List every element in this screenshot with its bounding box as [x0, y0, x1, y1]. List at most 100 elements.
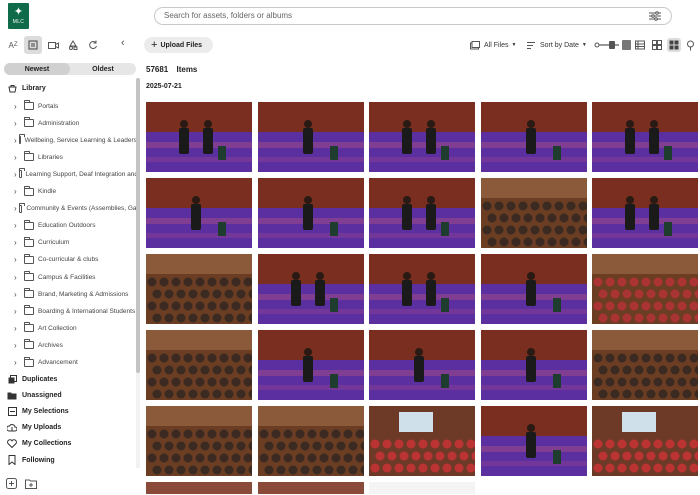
tree-folder[interactable]: › Curriculum — [0, 235, 138, 251]
asset-thumbnail[interactable] — [592, 102, 698, 172]
tree-root-item[interactable]: My Selections — [0, 403, 138, 419]
asset-thumbnail[interactable] — [369, 102, 475, 172]
chevron-right-icon[interactable]: › — [14, 238, 22, 247]
sidebar-scrollbar[interactable] — [136, 78, 140, 468]
asset-thumbnail[interactable] — [146, 406, 252, 476]
asset-thumbnail[interactable] — [257, 482, 364, 494]
date-group-header: 2025-07-21 — [146, 83, 182, 90]
chevron-right-icon[interactable]: › — [14, 290, 22, 299]
asset-thumbnail[interactable] — [146, 102, 252, 172]
shapes-icon[interactable] — [64, 36, 82, 54]
asset-thumbnail[interactable] — [257, 102, 364, 172]
tree-folder[interactable]: › Archives — [0, 337, 138, 353]
tree-folder-label: Portals — [38, 102, 59, 110]
list-view-icon[interactable] — [635, 38, 645, 52]
tab-newest[interactable]: Newest — [4, 63, 70, 75]
chevron-right-icon[interactable]: › — [14, 204, 17, 213]
chevron-right-icon[interactable]: › — [14, 102, 22, 111]
asset-thumbnail[interactable] — [257, 406, 364, 476]
chevron-right-icon[interactable]: › — [14, 324, 22, 333]
thumbnail-size-slider[interactable] — [594, 38, 632, 52]
asset-thumbnail[interactable] — [369, 330, 475, 400]
tree-folder[interactable]: › Art Collection — [0, 320, 138, 336]
tree-root-label: Duplicates — [22, 375, 58, 383]
brand-logo[interactable]: ✦ MLC — [8, 3, 29, 29]
video-icon[interactable] — [44, 36, 62, 54]
folder-icon — [24, 305, 34, 316]
filter-sliders-icon[interactable] — [649, 11, 661, 21]
tree-root-item[interactable]: Unassigned — [0, 387, 138, 403]
file-filter-dropdown[interactable]: All Files ▼ — [470, 38, 516, 52]
masonry-view-icon[interactable] — [667, 38, 681, 52]
tree-root-item[interactable]: My Uploads — [0, 420, 138, 436]
size-slider-track[interactable] — [594, 39, 632, 51]
asset-thumbnail[interactable] — [369, 178, 475, 248]
asset-thumbnail[interactable] — [369, 254, 475, 324]
asset-thumbnail[interactable] — [592, 254, 698, 324]
asset-thumbnail[interactable] — [480, 254, 587, 324]
grid-view-icon[interactable] — [652, 38, 662, 52]
folder-view-icon[interactable] — [24, 36, 42, 54]
tree-folder[interactable]: › Kindle — [0, 184, 138, 200]
tab-oldest[interactable]: Oldest — [70, 63, 136, 75]
tree-folder-label: Art Collection — [38, 324, 77, 332]
tree-library[interactable]: Library — [0, 80, 138, 96]
add-asset-icon[interactable] — [6, 478, 17, 489]
asset-thumbnail[interactable] — [146, 330, 252, 400]
location-pin-icon[interactable] — [686, 38, 695, 52]
chevron-right-icon[interactable]: › — [14, 187, 22, 196]
add-folder-icon[interactable] — [25, 478, 37, 489]
file-filter-label: All Files — [484, 41, 509, 49]
chevron-right-icon[interactable]: › — [14, 341, 22, 350]
tree-folder[interactable]: › Brand, Marketing & Admissions — [0, 286, 138, 302]
tree-folder[interactable]: › Wellbeing, Service Learning & Leadershi… — [0, 132, 138, 148]
tree-root-item[interactable]: My Collections — [0, 436, 138, 452]
asset-thumbnail[interactable] — [257, 330, 364, 400]
chevron-right-icon[interactable]: › — [14, 307, 22, 316]
asset-thumbnail[interactable] — [480, 178, 587, 248]
asset-thumbnail[interactable] — [146, 178, 252, 248]
chevron-right-icon[interactable]: › — [14, 170, 17, 179]
chevron-right-icon[interactable]: › — [14, 358, 22, 367]
asset-thumbnail[interactable] — [257, 254, 364, 324]
refresh-icon[interactable] — [84, 36, 102, 54]
sort-az-icon[interactable]: AZ — [4, 36, 22, 54]
asset-thumbnail[interactable] — [592, 406, 698, 476]
asset-thumbnail[interactable] — [592, 178, 698, 248]
asset-thumbnail[interactable] — [146, 482, 252, 494]
chevron-right-icon[interactable]: › — [14, 153, 22, 162]
upload-files-button[interactable]: + Upload Files — [144, 37, 213, 53]
asset-thumbnail[interactable] — [369, 406, 475, 476]
tree-folder[interactable]: › Education Outdoors — [0, 218, 138, 234]
tree-folder[interactable]: › Portals — [0, 98, 138, 114]
asset-thumbnail[interactable] — [592, 330, 698, 400]
asset-thumbnail[interactable] — [480, 406, 587, 476]
asset-thumbnail[interactable] — [146, 254, 252, 324]
scrollbar-thumb[interactable] — [136, 78, 140, 373]
tree-folder[interactable]: › Co-curricular & clubs — [0, 252, 138, 268]
tree-folder-label: Campus & Facilities — [38, 273, 96, 281]
search-bar[interactable]: Search for assets, folders or albums — [154, 7, 672, 25]
collapse-sidebar-icon[interactable]: ‹ — [121, 37, 133, 51]
tree-folder[interactable]: › Learning Support, Deaf Integration and — [0, 166, 138, 182]
chevron-right-icon[interactable]: › — [14, 136, 17, 145]
sort-label: Sort by Date — [540, 41, 579, 49]
asset-thumbnail[interactable] — [257, 178, 364, 248]
sort-dropdown[interactable]: Sort by Date ▼ — [526, 38, 587, 52]
tree-folder[interactable]: › Administration — [0, 115, 138, 131]
tree-folder[interactable]: › Libraries — [0, 149, 138, 165]
asset-thumbnail[interactable] — [480, 102, 587, 172]
chevron-right-icon[interactable]: › — [14, 119, 22, 128]
asset-thumbnail[interactable] — [480, 330, 587, 400]
tree-library-label: Library — [22, 84, 46, 92]
tree-folder[interactable]: › Community & Events (Assemblies, Gal — [0, 201, 138, 217]
chevron-right-icon[interactable]: › — [14, 273, 22, 282]
tree-folder[interactable]: › Boarding & International Students — [0, 303, 138, 319]
chevron-right-icon[interactable]: › — [14, 221, 22, 230]
tree-folder[interactable]: › Advancement — [0, 355, 138, 371]
tree-folder[interactable]: › Campus & Facilities — [0, 269, 138, 285]
asset-thumbnail[interactable] — [369, 482, 475, 494]
tree-root-item[interactable]: Duplicates — [0, 371, 138, 387]
chevron-right-icon[interactable]: › — [14, 255, 22, 264]
tree-root-item[interactable]: Following — [0, 452, 138, 468]
